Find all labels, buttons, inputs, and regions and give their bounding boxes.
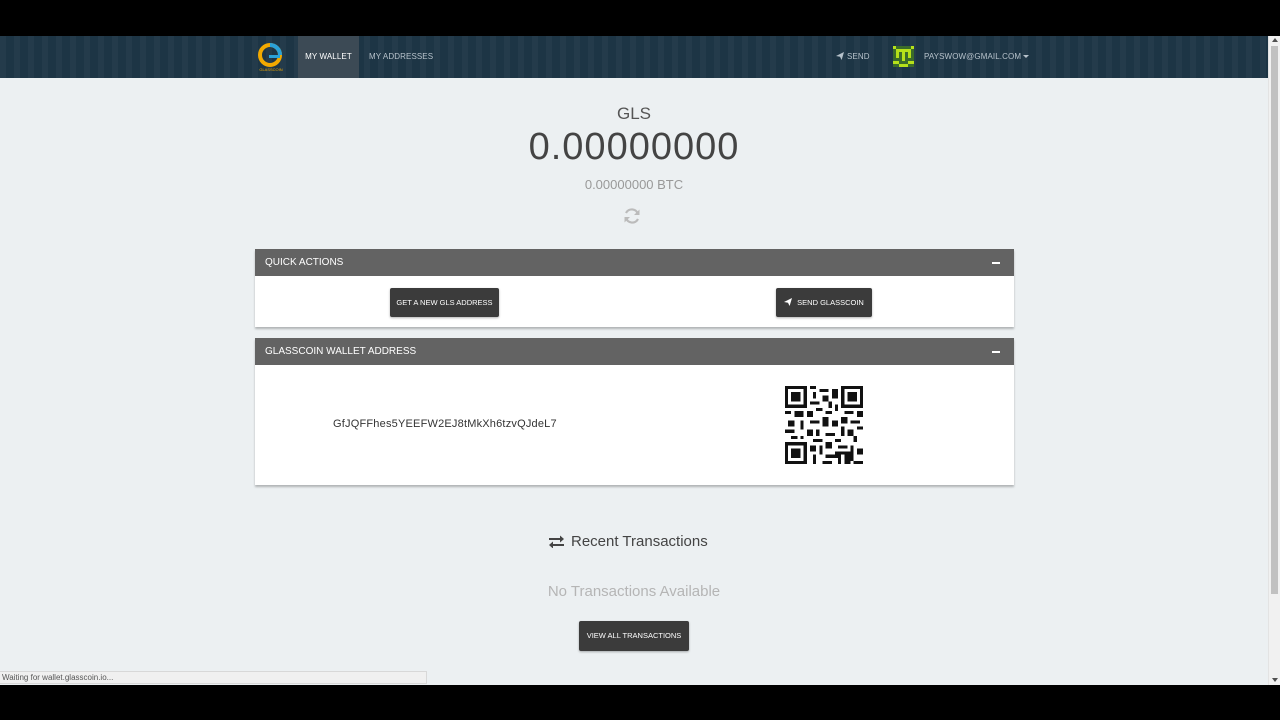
scroll-down-arrow[interactable] xyxy=(1272,678,1278,682)
exchange-arrows-icon xyxy=(549,535,564,549)
nav-my-wallet[interactable]: MY WALLET xyxy=(298,36,359,78)
quick-actions-header: QUICK ACTIONS xyxy=(255,249,1014,276)
chevron-down-icon xyxy=(1023,55,1030,58)
currency-label: GLS xyxy=(616,104,652,123)
no-transactions-message: No Transactions Available xyxy=(547,583,721,600)
browser-status-bar: Waiting for wallet.glasscoin.io... xyxy=(0,671,427,684)
scrollbar-thumb[interactable] xyxy=(1271,46,1278,594)
nav-my-addresses[interactable]: MY ADDRESSES xyxy=(359,36,443,78)
quick-actions-panel: QUICK ACTIONS GET A NEW GLS ADDRESS SEND… xyxy=(255,249,1014,327)
balance-amount: 0.00000000 xyxy=(528,126,740,168)
view-all-transactions-button[interactable]: VIEW ALL TRANSACTIONS xyxy=(579,621,689,651)
wallet-address-panel: GLASSCOIN WALLET ADDRESS GfJQFFhes5YEEFW… xyxy=(255,338,1014,485)
glasscoin-logo[interactable]: GLASSCOIN xyxy=(256,42,286,72)
send-plane-icon xyxy=(836,52,844,60)
browser-viewport: GLASSCOIN MY WALLET MY ADDRESSES SEND PA… xyxy=(0,36,1280,685)
wallet-address-text[interactable]: GfJQFFhes5YEEFW2EJ8tMkXh6tzvQJdeL7 xyxy=(333,418,557,430)
avatar[interactable] xyxy=(893,46,914,67)
send-plane-icon xyxy=(784,298,793,306)
user-menu[interactable]: PAYSWOW@GMAIL.COM xyxy=(914,36,1039,78)
qr-code xyxy=(785,386,863,464)
get-new-address-button[interactable]: GET A NEW GLS ADDRESS xyxy=(390,288,499,317)
top-navbar: GLASSCOIN MY WALLET MY ADDRESSES SEND PA… xyxy=(0,36,1268,78)
recent-transactions-title: Recent Transactions xyxy=(548,533,708,550)
nav-send-label: SEND xyxy=(847,52,870,61)
collapse-icon[interactable] xyxy=(992,351,1000,353)
quick-actions-title: QUICK ACTIONS xyxy=(265,257,344,268)
send-glasscoin-button[interactable]: SEND GLASSCOIN xyxy=(776,288,872,317)
user-email: PAYSWOW@GMAIL.COM xyxy=(924,52,1022,61)
wallet-address-header: GLASSCOIN WALLET ADDRESS xyxy=(255,338,1014,365)
vertical-scrollbar[interactable] xyxy=(1268,36,1280,685)
svg-text:GLASSCOIN: GLASSCOIN xyxy=(259,67,282,72)
recent-transactions-label: Recent Transactions xyxy=(571,533,708,550)
scroll-up-arrow[interactable] xyxy=(1272,38,1278,42)
send-glasscoin-label: SEND GLASSCOIN xyxy=(797,298,864,307)
wallet-address-title: GLASSCOIN WALLET ADDRESS xyxy=(265,346,417,357)
nav-send[interactable]: SEND xyxy=(826,36,880,78)
collapse-icon[interactable] xyxy=(992,262,1000,264)
balance-btc: 0.00000000 BTC xyxy=(584,177,684,192)
refresh-icon[interactable] xyxy=(622,206,642,226)
